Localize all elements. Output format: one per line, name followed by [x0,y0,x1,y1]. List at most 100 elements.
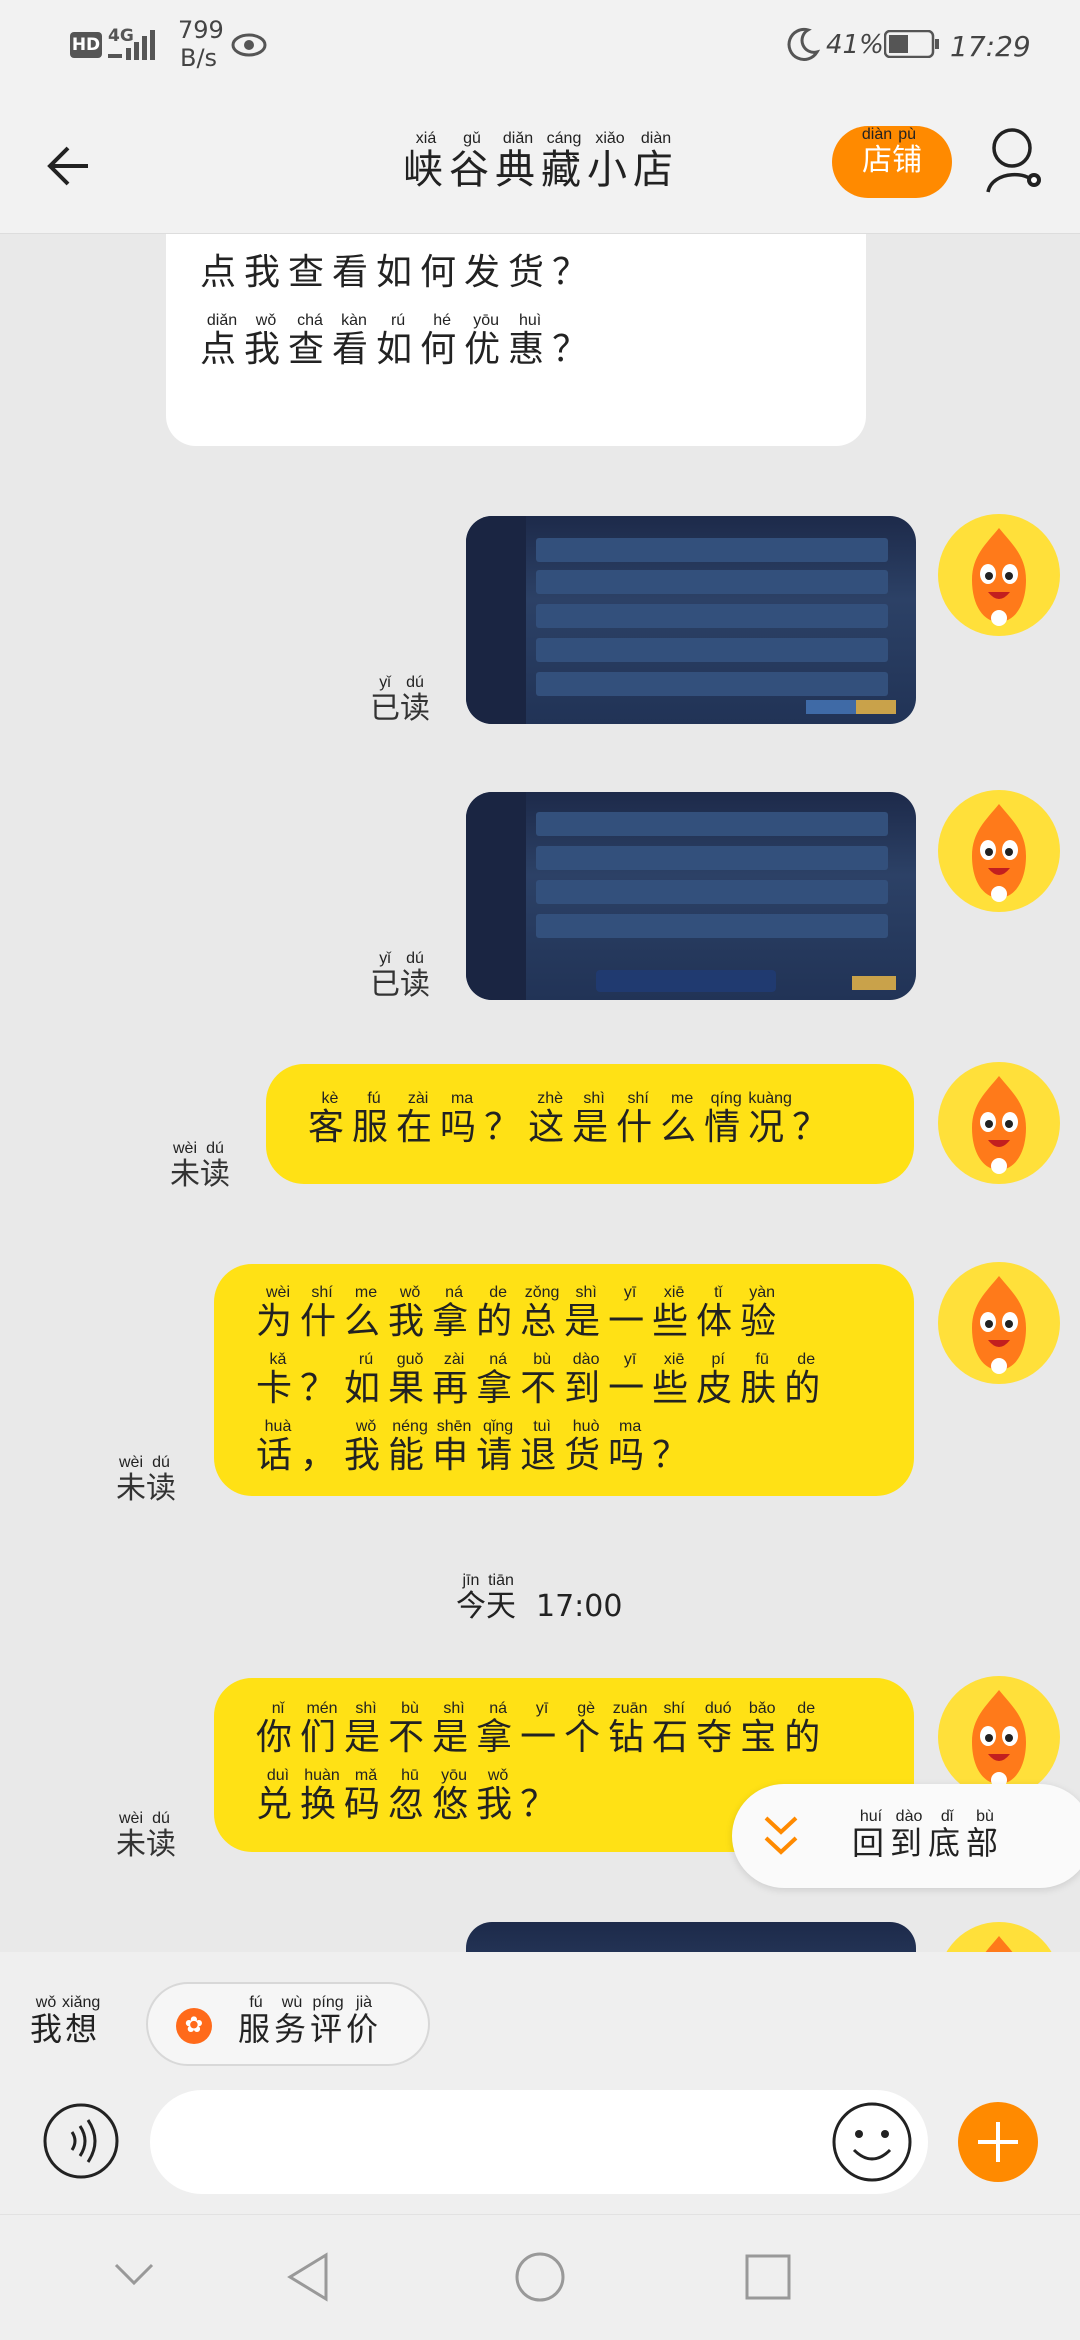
message-char: 忽hū [388,1767,433,1825]
message-char: 我wǒ [388,1284,433,1342]
back-arrow-icon[interactable] [42,138,98,194]
battery-percent: 41% [826,30,884,60]
message-char: 兑duì [256,1767,301,1825]
service-char: 价jià [346,1994,383,2048]
menu-line-discount[interactable]: 点diǎn我wǒ查chá看kàn如rú何hé优yōu惠huì？ [200,312,596,379]
message-char: 退tuì [520,1418,565,1476]
hd-badge: HD [70,32,102,58]
emoji-icon[interactable] [830,2100,914,2184]
avatar-user-4[interactable] [938,1262,1060,1384]
shop-char: 店diàn [861,126,893,178]
message-char: 为wèi [256,1284,301,1342]
sent-screenshot-3[interactable] [466,1922,916,1952]
user-settings-icon[interactable] [984,126,1046,196]
message-char: 能néng [388,1418,433,1476]
message-char: 客kè [308,1090,353,1148]
menu-char: 何hé [420,312,465,370]
message-line: 话huà，我wǒ能néng申shēn请qǐng退tuì货huò吗ma？ [256,1418,828,1485]
service-char: 服fú [238,1994,275,2048]
message-input[interactable] [150,2090,928,2194]
recents-square-icon[interactable] [744,2253,792,2301]
menu-char: 如rú [376,312,421,370]
message-char: 是shì [572,1090,617,1148]
title-char: 小xiǎo [587,130,633,193]
message-char: 申shēn [432,1418,477,1476]
message-char: 这zhè [528,1090,573,1148]
message-char: 吗ma [440,1090,485,1148]
message-char: 是shì [564,1284,609,1342]
avatar-user-3[interactable] [938,1062,1060,1184]
back-triangle-icon[interactable] [284,2251,332,2303]
time-value: 17:00 [536,1589,623,1624]
unread-char: 未wèi [116,1454,146,1506]
sent-screenshot-2[interactable] [466,792,916,1000]
time-char: 天tiān [486,1572,516,1624]
chat-header: 峡xiá谷gǔ典diǎn藏cáng小xiǎo店diàn 店diàn铺pù [0,100,1080,234]
message-char: 个gè [564,1700,609,1758]
moon-icon [787,27,820,61]
unread-char: 读dú [146,1454,176,1506]
message-char: 话huà [256,1418,301,1476]
message-char: 卡kǎ [256,1351,301,1409]
message-bubble-1[interactable]: 客kè服fú在zài吗ma？这zhè是shì什shí么me情qíng况kuàng… [266,1064,914,1184]
message-char: 换huàn [300,1767,345,1825]
menu-char: 看kàn [332,312,377,370]
service-char: 评píng [310,1994,347,2048]
double-chevron-down-icon [764,1816,798,1855]
net-speed: 799 [178,16,224,44]
mascot-avatar-icon [972,1076,1026,1174]
message-char: 么me [660,1090,705,1148]
sent-screenshot-1[interactable] [466,516,916,724]
shop-button[interactable]: 店diàn铺pù [832,126,952,198]
unread-char: 未wèi [170,1140,200,1192]
back-to-bottom-button[interactable]: 回huí到dào底dǐ部bù [732,1784,1080,1888]
service-char: 务wù [274,1994,311,2048]
avatar-user-1[interactable] [938,514,1060,636]
i-want-label: 我wǒ想xiǎng [30,1994,100,2050]
mascot-avatar-icon [972,804,1026,902]
message-char: ？ [652,1435,697,1476]
back-char: 部bù [966,1808,1005,1862]
chat-area[interactable]: 点我查看如何发货？ 点diǎn我wǒ查chá看kàn如rú何hé优yōu惠huì… [0,234,1080,1952]
voice-icon[interactable] [42,2102,120,2180]
battery-icon [884,30,939,58]
message-char: 不bù [388,1700,433,1758]
avatar-user-5[interactable] [938,1676,1060,1798]
menu-char: 点diǎn [200,312,245,370]
message-char: 们mén [300,1700,345,1758]
message-char: 我wǒ [476,1767,521,1825]
message-char: 拿ná [476,1351,521,1409]
shop-title: 峡xiá谷gǔ典diǎn藏cáng小xiǎo店diàn [396,130,686,195]
message-char: 不bù [520,1351,565,1409]
message-char: 夺duó [696,1700,741,1758]
message-char: 请qǐng [476,1418,521,1476]
message-char: 的de [784,1351,829,1409]
chevron-down-icon[interactable] [112,2259,156,2289]
plus-icon[interactable] [958,2102,1038,2182]
read-char: 读dú [400,674,430,726]
message-char: 钻zuān [608,1700,653,1758]
unread-status: 未wèi读dú [170,1140,230,1193]
message-bubble-2[interactable]: 为wèi什shí么me我wǒ拿ná的de总zǒng是shì一yī些xiē体tǐ验… [214,1264,914,1496]
want-char: 想xiǎng [62,1994,101,2048]
service-rating-button[interactable]: ✿ 服fú务wù评píng价jià [146,1982,430,2066]
mascot-avatar-icon [985,1936,1013,1952]
avatar-user-6[interactable] [938,1922,1060,1952]
message-char: 在zài [396,1090,441,1148]
message-char: 拿ná [476,1700,521,1758]
home-circle-icon[interactable] [514,2251,566,2303]
avatar-user-2[interactable] [938,790,1060,912]
back-char: 底dǐ [928,1808,967,1862]
net-speed-unit: B/s [180,44,218,72]
message-char: ， [300,1435,345,1476]
message-char: 一yī [608,1284,653,1342]
message-char: 的de [784,1700,829,1758]
title-char: 典diǎn [495,130,541,193]
want-char: 我wǒ [30,1994,63,2048]
menu-line-delivery[interactable]: 点我查看如何发货？ [200,244,596,302]
system-nav-bar [0,2214,1080,2340]
message-char: 的de [476,1284,521,1342]
message-char: 是shì [432,1700,477,1758]
mascot-avatar-icon [972,1690,1026,1788]
message-char: 一yī [520,1700,565,1758]
